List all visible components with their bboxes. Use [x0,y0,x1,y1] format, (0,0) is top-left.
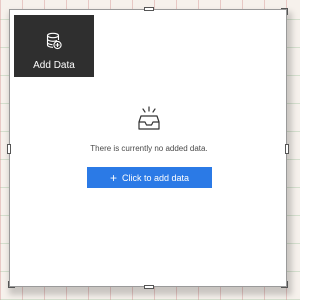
plus-icon: + [109,170,117,185]
resize-corner-top-right[interactable] [281,8,288,15]
empty-inbox-icon [138,106,160,130]
tile-label: Add Data [33,60,75,71]
resize-handle-bottom[interactable] [144,285,154,289]
database-plus-icon [46,32,62,50]
resize-corner-bottom-right[interactable] [281,281,288,288]
add-data-button-label: Click to add data [121,172,190,183]
resize-corner-bottom-left[interactable] [8,281,15,288]
click-to-add-data-button[interactable]: + Click to add data [87,167,212,188]
empty-state-message: There is currently no added data. [90,144,208,153]
add-data-widget-panel: Add Data There is currently no added dat… [7,7,289,289]
add-data-tile-button[interactable]: Add Data [14,15,94,77]
resize-handle-top[interactable] [144,7,154,11]
